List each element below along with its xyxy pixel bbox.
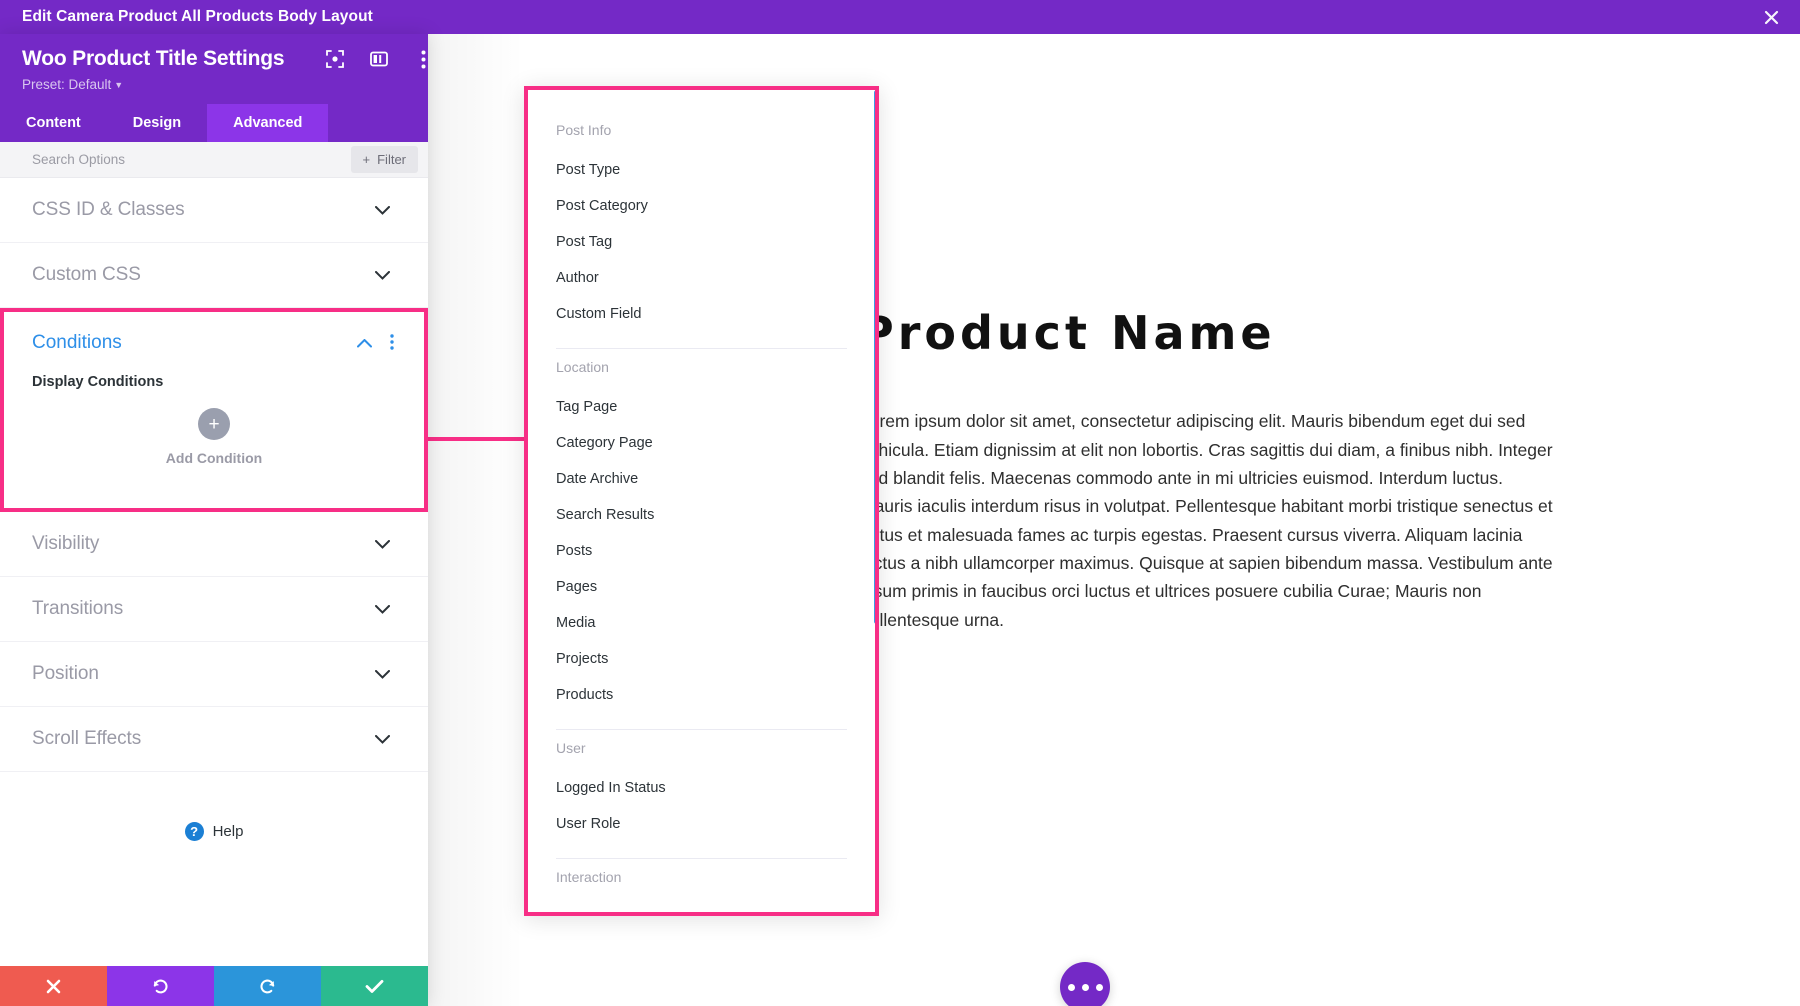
tab-advanced[interactable]: Advanced xyxy=(207,104,329,142)
plus-icon: + xyxy=(362,152,371,167)
dropdown-item-media[interactable]: Media xyxy=(528,605,875,641)
settings-tabs: Content Design Advanced xyxy=(0,104,428,142)
condition-dropdown-list: Post Info Post Type Post Category Post T… xyxy=(528,90,875,912)
dropdown-group-label-interaction: Interaction xyxy=(556,869,622,885)
section-label: Conditions xyxy=(32,332,122,353)
layout-columns-icon[interactable] xyxy=(368,48,390,70)
display-conditions-label: Display Conditions xyxy=(32,374,164,390)
tab-content[interactable]: Content xyxy=(0,104,107,142)
question-mark-icon: ? xyxy=(184,822,204,841)
section-conditions-header[interactable]: Conditions xyxy=(4,312,424,374)
condition-type-dropdown: Post Info Post Type Post Category Post T… xyxy=(524,86,879,916)
section-custom-css[interactable]: Custom CSS xyxy=(0,243,428,308)
chevron-up-icon[interactable] xyxy=(357,335,372,352)
add-condition-button[interactable]: + Add Condition xyxy=(4,408,424,508)
section-label: Position xyxy=(32,663,99,684)
section-label: Scroll Effects xyxy=(32,728,142,749)
dropdown-item-posts[interactable]: Posts xyxy=(528,533,875,569)
dropdown-item-tag-page[interactable]: Tag Page xyxy=(528,389,875,425)
product-title: Product Name xyxy=(860,306,1276,360)
window-titlebar: Edit Camera Product All Products Body La… xyxy=(0,0,1800,34)
chevron-down-icon xyxy=(375,537,390,552)
dropdown-item-logged-in-status[interactable]: Logged In Status xyxy=(528,770,875,806)
dropdown-item-post-tag[interactable]: Post Tag xyxy=(528,224,875,260)
help-label: Help xyxy=(212,823,244,840)
dropdown-item-custom-field[interactable]: Custom Field xyxy=(528,296,875,332)
section-label: Custom CSS xyxy=(32,264,141,285)
settings-panel-header: Woo Product Title Settings Preset: Defau… xyxy=(0,34,428,104)
settings-panel-footer-actions xyxy=(0,966,428,1006)
plus-icon: + xyxy=(198,408,230,440)
help-button[interactable]: ? Help xyxy=(0,772,428,841)
section-scroll-effects[interactable]: Scroll Effects xyxy=(0,707,428,772)
annotation-connector-line xyxy=(428,437,528,441)
section-label: Transitions xyxy=(32,598,124,619)
search-input[interactable] xyxy=(32,152,262,167)
dropdown-item-pages[interactable]: Pages xyxy=(528,569,875,605)
dropdown-group-label-post-info: Post Info xyxy=(556,122,612,138)
more-horizontal-icon-dot xyxy=(1081,983,1089,991)
dropdown-divider xyxy=(556,348,847,349)
focus-icon[interactable] xyxy=(324,48,346,70)
settings-panel-title: Woo Product Title Settings xyxy=(22,47,285,70)
section-visibility[interactable]: Visibility xyxy=(0,512,428,577)
page-settings-fab-button[interactable] xyxy=(1060,962,1110,1006)
dropdown-group-label-location: Location xyxy=(556,359,609,375)
app-root: Edit Camera Product All Products Body La… xyxy=(0,0,1800,1006)
dropdown-divider xyxy=(556,858,847,859)
dropdown-item-date-archive[interactable]: Date Archive xyxy=(528,461,875,497)
more-vertical-icon[interactable] xyxy=(412,48,434,70)
product-description: Lorem ipsum dolor sit amet, consectetur … xyxy=(860,411,1553,630)
dropdown-item-products[interactable]: Products xyxy=(528,677,875,713)
dropdown-item-post-type[interactable]: Post Type xyxy=(528,152,875,188)
dropdown-item-user-role[interactable]: User Role xyxy=(528,806,875,842)
filter-button-label: Filter xyxy=(377,152,406,167)
dropdown-item-projects[interactable]: Projects xyxy=(528,641,875,677)
tab-design[interactable]: Design xyxy=(107,104,207,142)
section-conditions-highlighted: Conditions Display Conditions + Add Cond… xyxy=(0,308,428,512)
dropdown-scrollbar[interactable] xyxy=(874,90,875,624)
section-label: CSS ID & Classes xyxy=(32,199,185,220)
preset-selector[interactable]: Preset: Default ▼ xyxy=(22,77,408,92)
chevron-down-icon xyxy=(375,203,390,218)
dropdown-item-post-category[interactable]: Post Category xyxy=(528,188,875,224)
section-label: Visibility xyxy=(32,533,100,554)
chevron-down-icon xyxy=(375,732,390,747)
window-title: Edit Camera Product All Products Body La… xyxy=(22,8,373,25)
cancel-button[interactable] xyxy=(0,966,107,1006)
settings-panel-body: CSS ID & Classes Custom CSS Conditions D… xyxy=(0,178,428,966)
section-position[interactable]: Position xyxy=(0,642,428,707)
search-options-bar: + Filter xyxy=(0,142,428,178)
preset-label: Preset: Default xyxy=(22,77,112,92)
chevron-down-icon: ▼ xyxy=(114,80,124,90)
chevron-down-icon xyxy=(375,602,390,617)
settings-panel: Woo Product Title Settings Preset: Defau… xyxy=(0,34,428,1006)
section-css-id-classes[interactable]: CSS ID & Classes xyxy=(0,178,428,243)
product-document: Product Name Lorem ipsum dolor sit amet,… xyxy=(860,306,1560,634)
save-button[interactable] xyxy=(321,966,428,1006)
dropdown-divider xyxy=(556,729,847,730)
undo-button[interactable] xyxy=(107,966,214,1006)
close-icon[interactable] xyxy=(1758,4,1784,30)
chevron-down-icon xyxy=(375,268,390,283)
add-condition-label: Add Condition xyxy=(165,450,263,466)
dropdown-item-category-page[interactable]: Category Page xyxy=(528,425,875,461)
redo-button[interactable] xyxy=(214,966,321,1006)
chevron-down-icon xyxy=(375,667,390,682)
dropdown-item-author[interactable]: Author xyxy=(528,260,875,296)
dropdown-item-search-results[interactable]: Search Results xyxy=(528,497,875,533)
more-horizontal-icon-dot xyxy=(1095,983,1103,991)
filter-button[interactable]: + Filter xyxy=(350,146,418,173)
more-vertical-icon[interactable] xyxy=(390,334,394,352)
more-horizontal-icon-dot xyxy=(1067,983,1075,991)
dropdown-group-label-user: User xyxy=(556,740,586,756)
section-transitions[interactable]: Transitions xyxy=(0,577,428,642)
